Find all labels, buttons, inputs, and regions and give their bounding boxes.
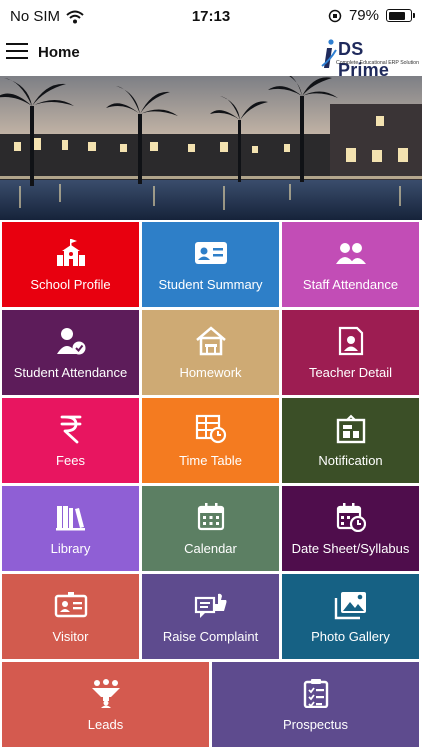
status-bar: No SIM 17:13 79% (0, 0, 422, 32)
checklist-icon (303, 679, 328, 708)
tile-label: Date Sheet/Syllabus (291, 541, 410, 556)
house-desk-icon (195, 326, 226, 356)
tile-label: Fees (56, 453, 85, 468)
tile-staff-attendance[interactable]: Staff Attendance (282, 222, 419, 307)
tile-homework[interactable]: Homework (142, 310, 279, 395)
tile-date-sheet-syllabus[interactable]: Date Sheet/Syllabus (282, 486, 419, 571)
user-check-icon (56, 328, 85, 355)
tile-library[interactable]: Library (2, 486, 139, 571)
tile-label: Leads (87, 717, 124, 732)
tile-label: Notification (318, 453, 383, 468)
books-icon (55, 506, 85, 531)
photo-gallery-icon (334, 592, 366, 620)
tile-label: Homework (179, 365, 242, 380)
tile-calendar[interactable]: Calendar (142, 486, 279, 571)
banner-image (0, 76, 422, 220)
tile-notification[interactable]: Notification (282, 398, 419, 483)
tile-teacher-detail[interactable]: Teacher Detail (282, 310, 419, 395)
funnel-people-icon (91, 679, 120, 708)
calendar-clock-icon (336, 503, 366, 532)
tile-time-table[interactable]: Time Table (142, 398, 279, 483)
calendar-icon (197, 503, 224, 531)
battery-percent: 79% (348, 7, 379, 24)
timetable-clock-icon (195, 414, 226, 444)
hamburger-menu-icon[interactable] (6, 40, 30, 60)
tile-label: Student Attendance (13, 365, 128, 380)
school-building-icon (56, 239, 85, 266)
brand-logo: DS Prime Complete Educational ERP Soluti… (320, 38, 419, 80)
tile-visitor[interactable]: Visitor (2, 574, 139, 659)
tile-student-attendance[interactable]: Student Attendance (2, 310, 139, 395)
notice-board-icon (336, 414, 365, 444)
tile-label: Photo Gallery (311, 629, 390, 644)
rupee-icon (60, 415, 81, 444)
tile-label: Teacher Detail (308, 365, 393, 380)
people-group-icon (335, 243, 366, 264)
orientation-lock-icon (328, 9, 342, 22)
complaint-icon (194, 593, 226, 618)
tile-label: Calendar (184, 541, 237, 556)
battery-icon (386, 9, 415, 22)
feature-grid: School Profile Student Summary Staff Att… (2, 222, 420, 750)
tile-label: Student Summary (158, 277, 263, 292)
tile-label: Prospectus (282, 717, 349, 732)
id-card-icon (194, 242, 227, 264)
tile-raise-complaint[interactable]: Raise Complaint (142, 574, 279, 659)
tile-school-profile[interactable]: School Profile (2, 222, 139, 307)
page-title: Home (38, 44, 80, 61)
tile-prospectus[interactable]: Prospectus (212, 662, 419, 747)
tile-label: Staff Attendance (302, 277, 399, 292)
tile-label: Visitor (52, 629, 89, 644)
tile-label: Time Table (179, 453, 242, 468)
tile-photo-gallery[interactable]: Photo Gallery (282, 574, 419, 659)
tile-leads[interactable]: Leads (2, 662, 209, 747)
tile-fees[interactable]: Fees (2, 398, 139, 483)
visitor-badge-icon (54, 592, 87, 618)
app-header: Home DS Prime Complete Educational ERP S… (0, 32, 422, 80)
resort-night-illustration (0, 76, 422, 220)
tile-student-summary[interactable]: Student Summary (142, 222, 279, 307)
tile-label: Library (50, 541, 91, 556)
tile-label: School Profile (30, 277, 111, 292)
tile-label: Raise Complaint (162, 629, 259, 644)
teacher-profile-icon (338, 326, 363, 356)
logo-tagline: Complete Educational ERP Solution (336, 60, 419, 66)
logo-swoosh-icon (321, 39, 337, 68)
